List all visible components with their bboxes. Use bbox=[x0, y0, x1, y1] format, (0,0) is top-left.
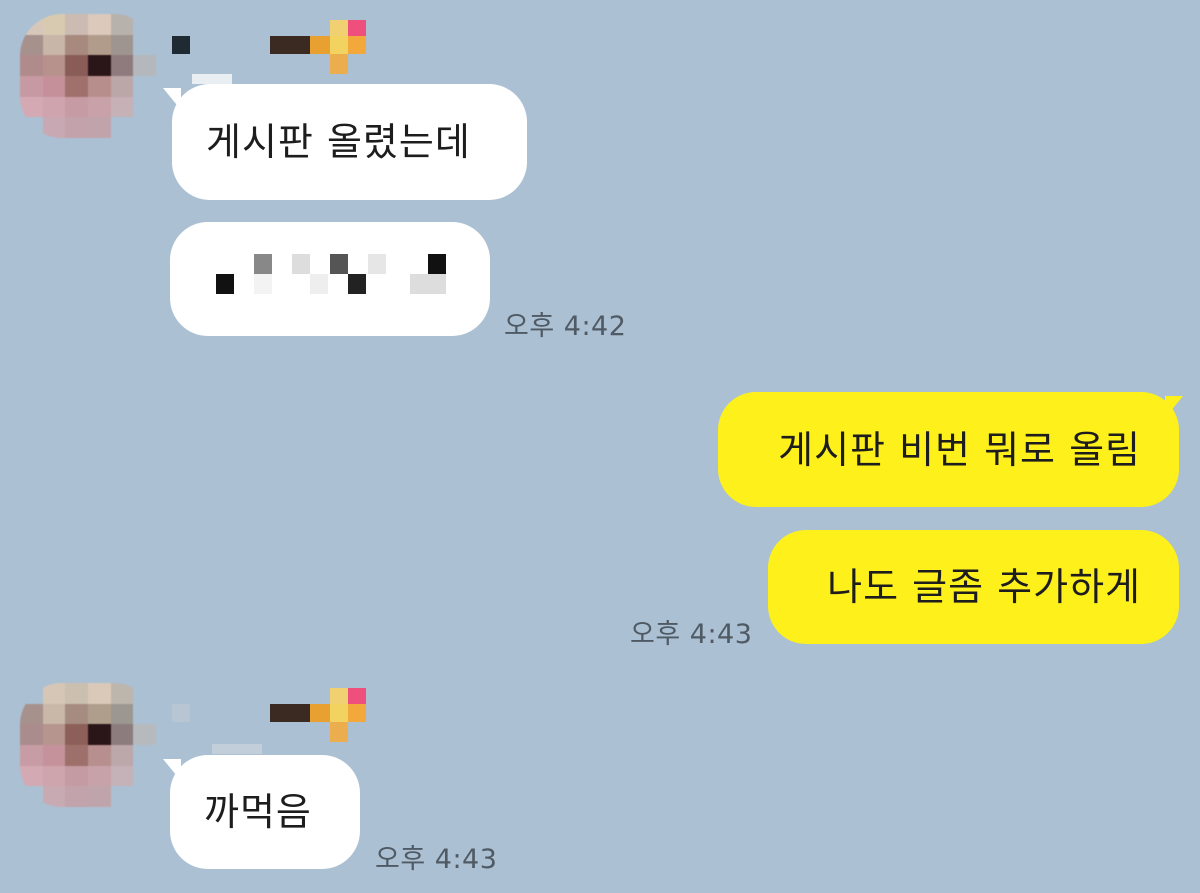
redacted-content bbox=[210, 252, 450, 312]
message-bubble-outgoing[interactable]: 나도 글좀 추가하게 bbox=[768, 530, 1179, 644]
message-time: 오후 4:42 bbox=[504, 311, 627, 342]
message-bubble-incoming-redacted[interactable] bbox=[170, 222, 490, 336]
message-text: 나도 글좀 추가하게 bbox=[827, 565, 1141, 609]
message-text: 까먹음 bbox=[204, 790, 312, 834]
message-bubble-incoming[interactable]: 까먹음 bbox=[170, 755, 360, 869]
message-time: 오후 4:43 bbox=[630, 619, 753, 650]
message-text: 게시판 비번 뭐로 올림 bbox=[778, 427, 1141, 472]
message-time: 오후 4:43 bbox=[375, 844, 498, 875]
sender-avatar[interactable] bbox=[20, 14, 156, 138]
chat-room: 게시판 올렸는데 오후 4:42 게시판 비번 뭐로 올림 나도 글좀 추가하게… bbox=[0, 0, 1200, 893]
sender-name-redacted bbox=[172, 16, 372, 84]
message-text: 게시판 올렸는데 bbox=[206, 120, 471, 164]
message-bubble-outgoing[interactable]: 게시판 비번 뭐로 올림 bbox=[718, 392, 1179, 507]
sender-avatar[interactable] bbox=[20, 683, 156, 807]
message-bubble-incoming[interactable]: 게시판 올렸는데 bbox=[172, 84, 527, 200]
sender-name-redacted bbox=[172, 684, 372, 754]
